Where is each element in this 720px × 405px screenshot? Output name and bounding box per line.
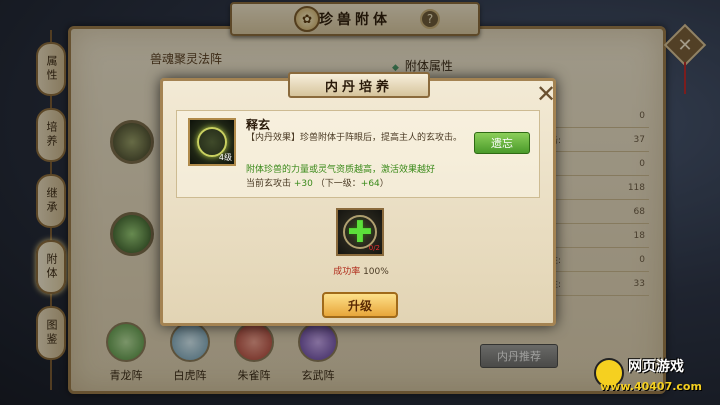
upgrade-button[interactable]: 升级 xyxy=(322,292,398,318)
watermark-site: www.40407.com xyxy=(600,380,702,393)
item-slot[interactable]: 4级 xyxy=(188,118,236,166)
effect-description: 【内丹效果】珍兽附体于阵眼后，提高主人的玄攻击。 xyxy=(246,133,463,143)
dialog-close-icon[interactable]: ✕ xyxy=(536,80,556,108)
dialog-title: 内丹培养 xyxy=(288,72,430,98)
item-name: 释玄 xyxy=(246,118,271,132)
material-slot[interactable]: ✚ 0/2 xyxy=(336,208,384,256)
item-level: 4级 xyxy=(218,153,232,162)
success-rate: 成功率 100% xyxy=(333,267,389,277)
material-count: 0/2 xyxy=(368,244,380,252)
current-bonus: 当前玄攻击 +30 （下一级：+64） xyxy=(246,179,389,189)
forget-button[interactable]: 遗忘 xyxy=(474,132,530,154)
growth-description: 附体珍兽的力量或灵气资质越高，激活效果越好 xyxy=(246,165,436,175)
watermark-logo: 网页游戏 www.40407.com xyxy=(592,354,716,402)
watermark-text: 网页游戏 xyxy=(628,359,684,375)
